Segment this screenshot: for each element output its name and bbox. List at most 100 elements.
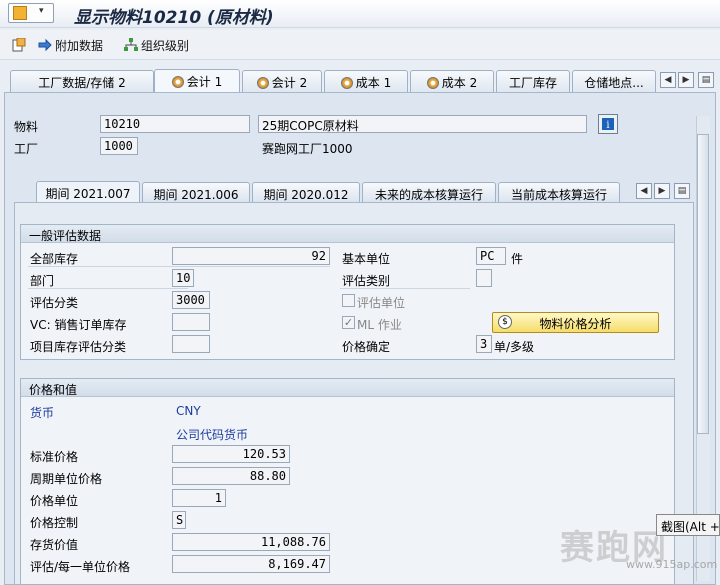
standard-price-field[interactable]: 120.53	[172, 445, 290, 463]
tab-label: 期间 2020.012	[263, 188, 349, 202]
valuated-per-unit-price-field[interactable]: 8,169.47	[172, 555, 330, 573]
status-ok-icon	[256, 77, 269, 89]
ml-active-label: ML 作业	[357, 318, 402, 332]
valuation-class-field[interactable]: 3000	[172, 291, 210, 309]
division-field[interactable]: 10	[172, 269, 194, 287]
valuation-category-field[interactable]	[476, 269, 492, 287]
material-field[interactable]: 10210	[100, 115, 250, 133]
valuated-unit-label: 评估单位	[357, 296, 406, 310]
plant-label: 工厂	[14, 142, 39, 156]
org-levels-label: 组织级别	[141, 38, 190, 53]
price-unit-field[interactable]: 1	[172, 489, 226, 507]
arrow-right-icon	[38, 38, 52, 52]
tab-list-button[interactable]: ▤	[698, 72, 714, 88]
currency-label: 货币	[30, 406, 55, 420]
base-unit-text: 件	[511, 252, 524, 266]
tab-future-costing-run[interactable]: 未来的成本核算运行	[362, 182, 496, 202]
other-material-button[interactable]	[12, 36, 29, 54]
periodic-unit-price-field[interactable]: 88.80	[172, 467, 290, 485]
window-title: 显示物料10210 (原材料)	[74, 8, 274, 28]
stock-value-field[interactable]: 11,088.76	[172, 533, 330, 551]
currency-value: CNY	[176, 404, 201, 418]
material-price-analysis-label: 物料价格分析	[539, 317, 612, 331]
tab-label: 工厂库存	[508, 76, 557, 90]
tab-label: 会计 1	[186, 75, 223, 89]
material-price-analysis-button[interactable]: $ 物料价格分析	[492, 312, 659, 333]
period-tab-list-button[interactable]: ▤	[674, 183, 690, 199]
divider	[340, 288, 470, 289]
tab-accounting-2[interactable]: 会计 2	[242, 70, 322, 92]
material-label: 物料	[14, 120, 39, 134]
magnifier-icon: $	[498, 315, 512, 329]
divider	[28, 288, 188, 289]
price-control-field[interactable]: S	[172, 511, 186, 529]
ml-active-checkbox[interactable]: ✓	[342, 316, 355, 329]
total-stock-label: 全部库存	[30, 252, 79, 266]
price-unit-label: 价格单位	[30, 494, 79, 508]
valuation-category-label: 评估类别	[342, 274, 391, 288]
watermark-url: www.915ap.com	[626, 558, 718, 571]
title-bar: ▾ 显示物料10210 (原材料)	[0, 0, 720, 28]
price-determination-field[interactable]: 3	[476, 335, 492, 353]
tab-period-2021-006[interactable]: 期间 2021.006	[142, 182, 250, 202]
view-tab-strip: 工厂数据/存储 2 会计 1 会计 2 成本 1 成本 2 工厂库存 仓储地点.…	[0, 66, 720, 93]
tab-plant-stock[interactable]: 工厂库存	[496, 70, 570, 92]
status-ok-icon	[171, 76, 184, 88]
currency-description: 公司代码货币	[176, 428, 249, 442]
application-toolbar: 附加数据 组织级别	[0, 30, 720, 60]
period-tab-scroll-left-button[interactable]: ◀	[636, 183, 652, 199]
standard-price-label: 标准价格	[30, 450, 79, 464]
project-stock-valuation-class-label: 项目库存评估分类	[30, 340, 127, 354]
status-ok-icon	[340, 77, 353, 89]
periodic-unit-price-label: 周期单位价格	[30, 472, 103, 486]
division-label: 部门	[30, 274, 55, 288]
vc-sales-order-stock-label: VC: 销售订单库存	[30, 318, 127, 332]
tab-costing-1[interactable]: 成本 1	[324, 70, 408, 92]
tab-plant-data-storage-2[interactable]: 工厂数据/存储 2	[10, 70, 154, 92]
tab-label: 成本 2	[441, 76, 478, 90]
tab-period-2021-007[interactable]: 期间 2021.007	[36, 181, 140, 203]
system-menu-icon[interactable]: ▾	[8, 3, 54, 23]
period-tab-scroll-right-button[interactable]: ▶	[654, 183, 670, 199]
tab-label: 成本 1	[355, 76, 392, 90]
price-determination-label: 价格确定	[342, 340, 391, 354]
total-stock-field[interactable]: 92	[172, 247, 330, 265]
org-levels-button[interactable]: 组织级别	[124, 36, 189, 54]
plant-description: 赛跑网工厂1000	[262, 142, 353, 156]
tab-storage-location[interactable]: 仓储地点...	[572, 70, 656, 92]
tab-label: 会计 2	[271, 76, 308, 90]
svg-text:i: i	[606, 120, 609, 131]
document-icon	[12, 37, 26, 52]
screenshot-tooltip: 截图(Alt +	[656, 514, 720, 536]
base-unit-label: 基本单位	[342, 252, 391, 266]
valuated-per-unit-price-label: 评估/每一单位价格	[30, 560, 131, 574]
price-determination-text: 单/多级	[494, 340, 535, 354]
info-icon[interactable]: i	[598, 114, 618, 134]
additional-data-label: 附加数据	[55, 38, 104, 53]
general-valuation-title: 一般评估数据	[21, 225, 674, 243]
tab-accounting-1[interactable]: 会计 1	[154, 69, 240, 93]
divider	[28, 266, 330, 267]
stock-value-label: 存货价值	[30, 538, 79, 552]
vc-sales-order-stock-field[interactable]	[172, 313, 210, 331]
prices-values-title: 价格和值	[21, 379, 674, 397]
price-control-label: 价格控制	[30, 516, 79, 530]
valuation-class-label: 评估分类	[30, 296, 79, 310]
valuated-unit-checkbox[interactable]	[342, 294, 355, 307]
tab-label: 未来的成本核算运行	[374, 188, 483, 202]
tab-scroll-right-button[interactable]: ▶	[678, 72, 694, 88]
base-unit-field[interactable]: PC	[476, 247, 506, 265]
material-description-field[interactable]: 25期COPC原材料	[258, 115, 587, 133]
project-stock-valuation-class-field[interactable]	[172, 335, 210, 353]
tab-label: 工厂数据/存储 2	[38, 76, 126, 90]
tab-costing-2[interactable]: 成本 2	[410, 70, 494, 92]
tab-label: 期间 2021.006	[153, 188, 239, 202]
tab-period-2020-012[interactable]: 期间 2020.012	[252, 182, 360, 202]
plant-field[interactable]: 1000	[100, 137, 138, 155]
tab-scroll-left-button[interactable]: ◀	[660, 72, 676, 88]
additional-data-button[interactable]: 附加数据	[38, 36, 103, 54]
status-ok-icon	[426, 77, 439, 89]
tab-current-costing-run[interactable]: 当前成本核算运行	[498, 182, 620, 202]
scrollbar-thumb[interactable]	[697, 134, 709, 434]
tab-label: 当前成本核算运行	[510, 188, 607, 202]
